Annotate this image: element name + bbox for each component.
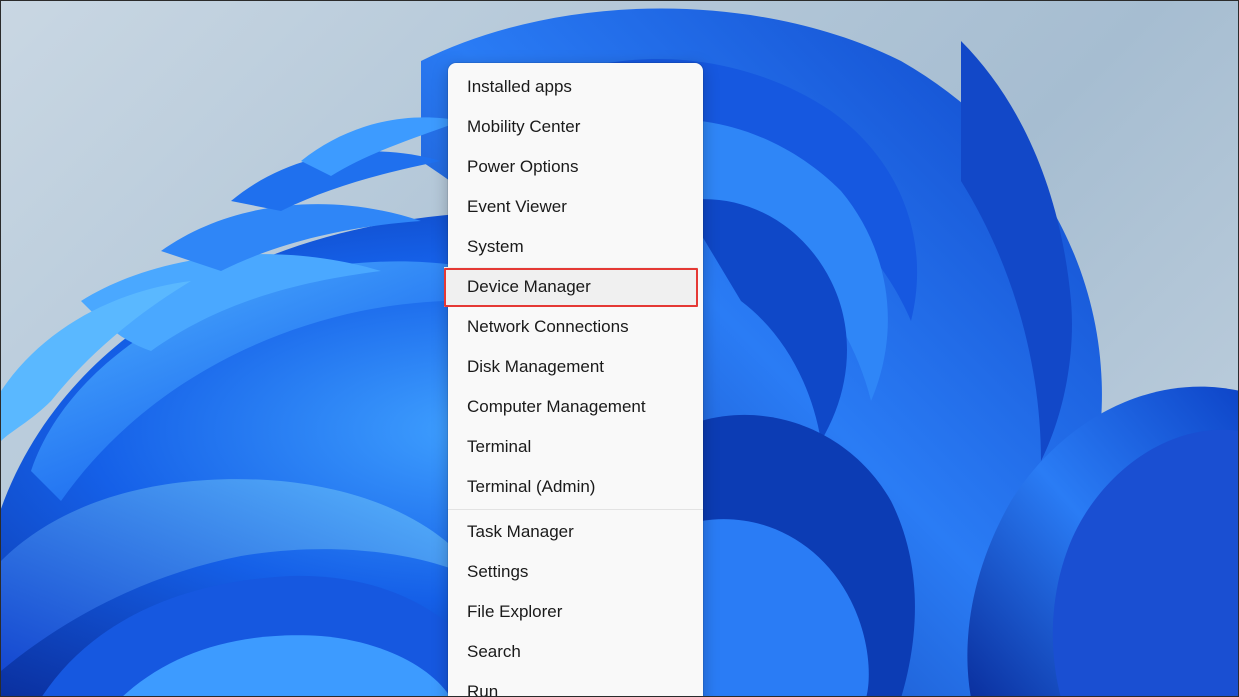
menu-item-installed-apps[interactable]: Installed apps — [448, 67, 703, 107]
menu-item-power-options[interactable]: Power Options — [448, 147, 703, 187]
menu-item-network-connections[interactable]: Network Connections — [448, 307, 703, 347]
menu-item-computer-management[interactable]: Computer Management — [448, 387, 703, 427]
menu-group-system-tools: Installed apps Mobility Center Power Optio… — [444, 67, 703, 507]
menu-item-terminal-admin[interactable]: Terminal (Admin) — [448, 467, 703, 507]
menu-item-task-manager[interactable]: Task Manager — [448, 512, 703, 552]
menu-item-terminal[interactable]: Terminal — [448, 427, 703, 467]
menu-group-utilities: Task Manager Settings File Explorer Search R… — [448, 512, 703, 696]
desktop: Installed apps Mobility Center Power Optio… — [0, 0, 1239, 697]
menu-item-system[interactable]: System — [448, 227, 703, 267]
menu-item-search[interactable]: Search — [448, 632, 703, 672]
menu-item-mobility-center[interactable]: Mobility Center — [448, 107, 703, 147]
menu-item-device-manager[interactable]: Device Manager — [444, 267, 698, 307]
quick-link-context-menu: Installed apps Mobility Center Power Optio… — [444, 63, 703, 696]
menu-item-disk-management[interactable]: Disk Management — [448, 347, 703, 387]
menu-item-event-viewer[interactable]: Event Viewer — [448, 187, 703, 227]
menu-item-settings[interactable]: Settings — [448, 552, 703, 592]
menu-item-file-explorer[interactable]: File Explorer — [448, 592, 703, 632]
menu-separator — [448, 509, 703, 510]
menu-item-run[interactable]: Run — [448, 672, 703, 696]
